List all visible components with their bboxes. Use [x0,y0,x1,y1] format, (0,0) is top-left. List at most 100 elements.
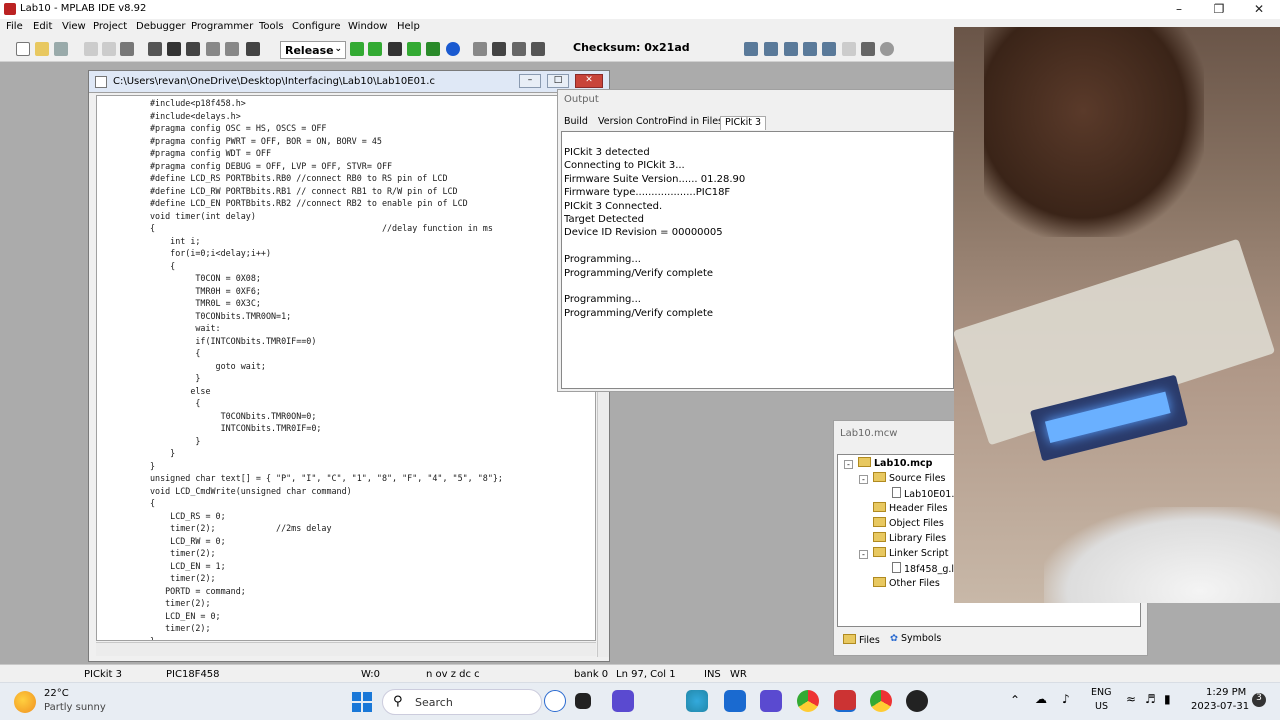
code-line: { //delay function in ms [150,223,493,233]
wifi-icon[interactable]: ≈ [1126,692,1136,706]
new-file-icon[interactable] [16,42,30,56]
collapse-icon[interactable]: - [844,460,853,469]
stopwatch-icon[interactable] [531,42,545,56]
read-device-icon[interactable] [764,42,778,56]
editor-horizontal-scrollbar[interactable] [96,642,596,656]
collapse-icon[interactable]: - [859,550,868,559]
find-next-icon[interactable] [186,42,200,56]
bing-icon[interactable] [544,690,566,712]
open-project-icon[interactable] [368,42,382,56]
info-icon[interactable] [446,42,460,56]
chrome-profile-icon[interactable] [870,690,892,712]
menu-help[interactable]: Help [397,21,420,32]
store-icon[interactable] [724,690,746,712]
menu-view[interactable]: View [62,21,86,32]
close-button[interactable]: ✕ [1250,2,1268,16]
erase-icon[interactable] [803,42,817,56]
collapse-icon[interactable]: - [859,475,868,484]
save-project-icon[interactable] [388,42,402,56]
save-icon[interactable] [54,42,68,56]
teams-icon[interactable] [612,690,634,712]
tab-find-in-files[interactable]: Find in Files [668,116,723,130]
file-icon [892,487,901,498]
clock-time[interactable]: 1:29 PM [1206,687,1246,698]
task-view-icon[interactable] [575,693,591,709]
open-folder-icon[interactable] [35,42,49,56]
program-device-icon[interactable] [744,42,758,56]
code-line: T0CONbits.TMR0ON=0; [150,410,317,421]
notification-badge[interactable]: 3 [1252,693,1266,707]
editor-close-button[interactable]: ✕ [575,74,603,88]
vs-icon[interactable] [760,690,782,712]
print-icon[interactable] [148,42,162,56]
menu-tools[interactable]: Tools [259,21,284,32]
network-icon[interactable]: ☁ [1035,692,1047,706]
tree-library-files[interactable]: Library Files [873,532,946,544]
weather-temp[interactable]: 22°C [44,688,69,699]
paste-icon[interactable] [120,42,134,56]
editor-maximize-button[interactable]: □ [547,74,569,88]
clock-date[interactable]: 2023-07-31 [1191,701,1249,712]
copy-icon[interactable] [102,42,116,56]
tree-file-main[interactable]: Lab10E01.c [892,487,960,500]
bookmark-next-icon[interactable] [225,42,239,56]
menu-edit[interactable]: Edit [33,21,52,32]
project-root[interactable]: Lab10.mcp [858,457,932,469]
release-reset-icon[interactable] [861,42,875,56]
debug-settings-icon[interactable] [473,42,487,56]
tree-header-files[interactable]: Header Files [873,502,947,514]
start-windows-icon[interactable] [352,692,372,712]
blank-check-icon[interactable] [822,42,836,56]
tree-source-files[interactable]: Source Files [873,472,946,484]
chevron-up-icon[interactable]: ⌃ [1010,693,1020,707]
verify-icon[interactable] [784,42,798,56]
help-icon[interactable] [246,42,260,56]
tab-build[interactable]: Build [564,116,588,130]
build-configuration-select[interactable]: Release ⌄ [280,41,346,59]
minimize-button[interactable]: – [1170,2,1188,16]
code-line: #pragma config DEBUG = OFF, LVP = OFF, S… [150,160,393,171]
output-line: PICkit 3 detected [564,147,650,158]
taskbar-search[interactable]: ⚲ Search [382,689,542,715]
battery-icon[interactable]: ▮ [1164,692,1171,706]
chrome-icon[interactable] [797,690,819,712]
tree-object-files[interactable]: Object Files [873,517,944,529]
find-icon[interactable] [167,42,181,56]
stop-icon[interactable] [880,42,894,56]
editor-minimize-button[interactable]: – [519,74,541,88]
menu-configure[interactable]: Configure [292,21,340,32]
lang-us[interactable]: US [1095,701,1108,712]
code-line: { [150,260,176,271]
edge-icon[interactable] [686,690,708,712]
menu-debugger[interactable]: Debugger [136,21,186,32]
watch-icon[interactable] [512,42,526,56]
maximize-button[interactable]: ❐ [1210,2,1228,16]
hold-reset-icon[interactable] [842,42,856,56]
menu-window[interactable]: Window [348,21,387,32]
build-all-icon[interactable] [426,42,440,56]
tab-symbols[interactable]: ✿ Symbols [890,633,941,644]
build-icon[interactable] [407,42,421,56]
new-project-icon[interactable] [350,42,364,56]
tab-files[interactable]: Files [843,634,880,646]
tab-version-control[interactable]: Version Control [598,116,670,130]
menu-project[interactable]: Project [93,21,127,32]
volume-icon[interactable]: ♬ [1145,692,1156,706]
memory-icon[interactable] [492,42,506,56]
bookmark-icon[interactable] [206,42,220,56]
mplab-icon[interactable] [834,690,856,712]
cut-icon[interactable] [84,42,98,56]
tree-file-linker[interactable]: 18f458_g.lkr [892,562,963,575]
tab-pickit3[interactable]: PICkit 3 [720,116,767,130]
tree-other-files[interactable]: Other Files [873,577,940,589]
lang-eng[interactable]: ENG [1091,687,1111,698]
menu-file[interactable]: File [6,21,23,32]
code-editor[interactable]: #include<p18f458.h> #include<delays.h> #pr… [96,95,596,641]
code-line: int i; [150,235,201,246]
weather-icon[interactable] [14,691,36,713]
menu-programmer[interactable]: Programmer [191,21,253,32]
app-icon[interactable] [906,690,928,712]
weather-desc[interactable]: Partly sunny [44,702,106,713]
tree-linker-script[interactable]: Linker Script [873,547,948,559]
microphone-icon[interactable]: ♪ [1062,692,1070,706]
